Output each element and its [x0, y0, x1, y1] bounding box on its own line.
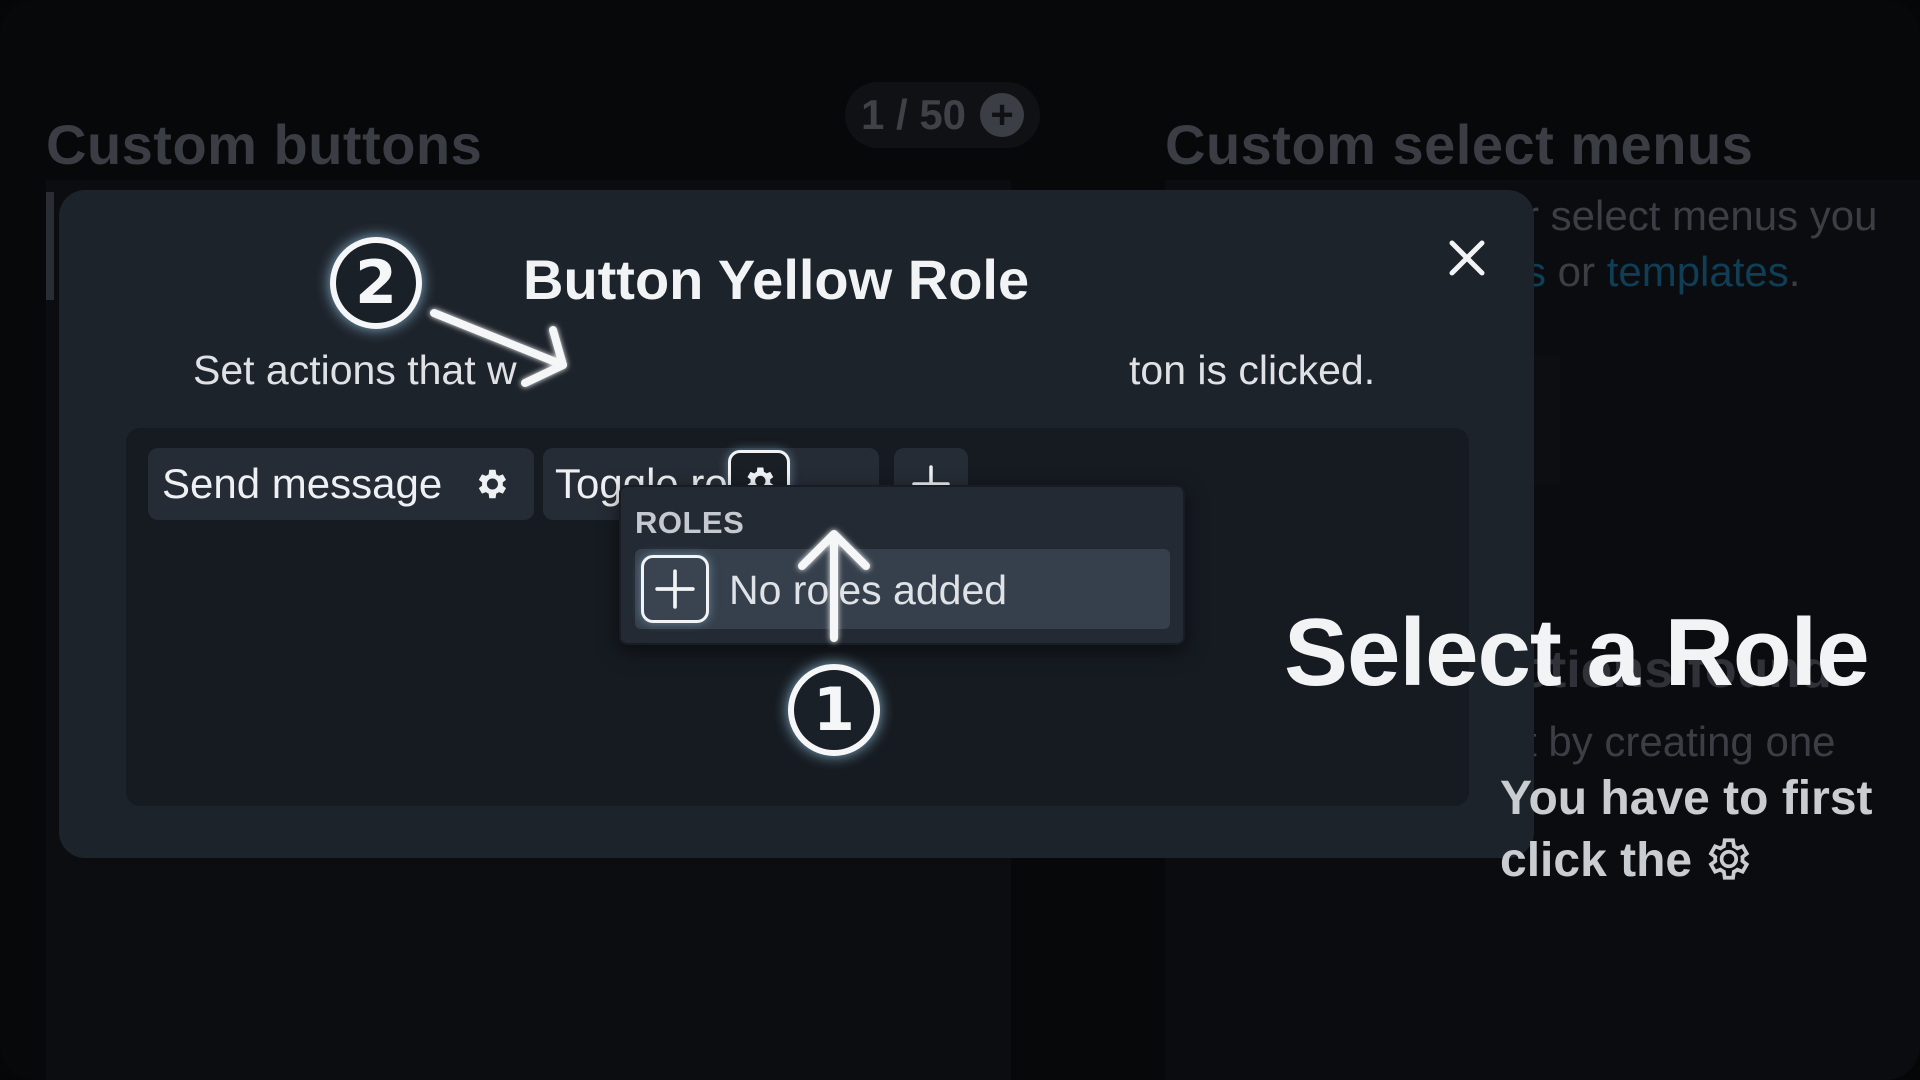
hint-line-1: You have to first: [1500, 772, 1873, 825]
screen: Custom buttons 1 / 50 + Custom select me…: [0, 0, 1920, 1080]
gear-icon: [1708, 838, 1750, 880]
hint-body: You have to first click the: [1500, 768, 1873, 892]
arrow-right-icon: [430, 309, 567, 387]
step-badge-2: 2: [330, 237, 422, 329]
step-badge-1: 1: [788, 664, 880, 756]
hint-title: Select a Role: [1284, 599, 1870, 706]
arrow-up-icon: [798, 530, 870, 642]
hint-line-2: click the: [1500, 830, 1873, 892]
annotation-arrows: [430, 309, 870, 642]
